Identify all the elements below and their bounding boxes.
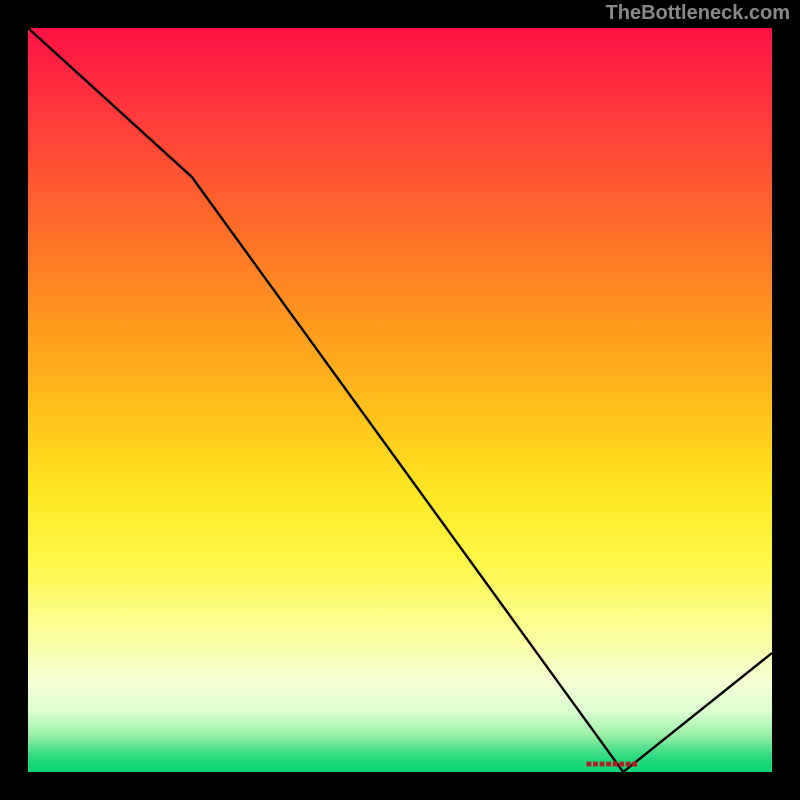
x-axis-marker: ■■■■■■■■ [586, 759, 638, 770]
series-path [28, 28, 772, 772]
chart-root: TheBottleneck.com ■■■■■■■■ [0, 0, 800, 800]
attribution-label: TheBottleneck.com [606, 2, 790, 25]
plot-area: ■■■■■■■■ [28, 28, 772, 772]
line-series [28, 28, 772, 772]
